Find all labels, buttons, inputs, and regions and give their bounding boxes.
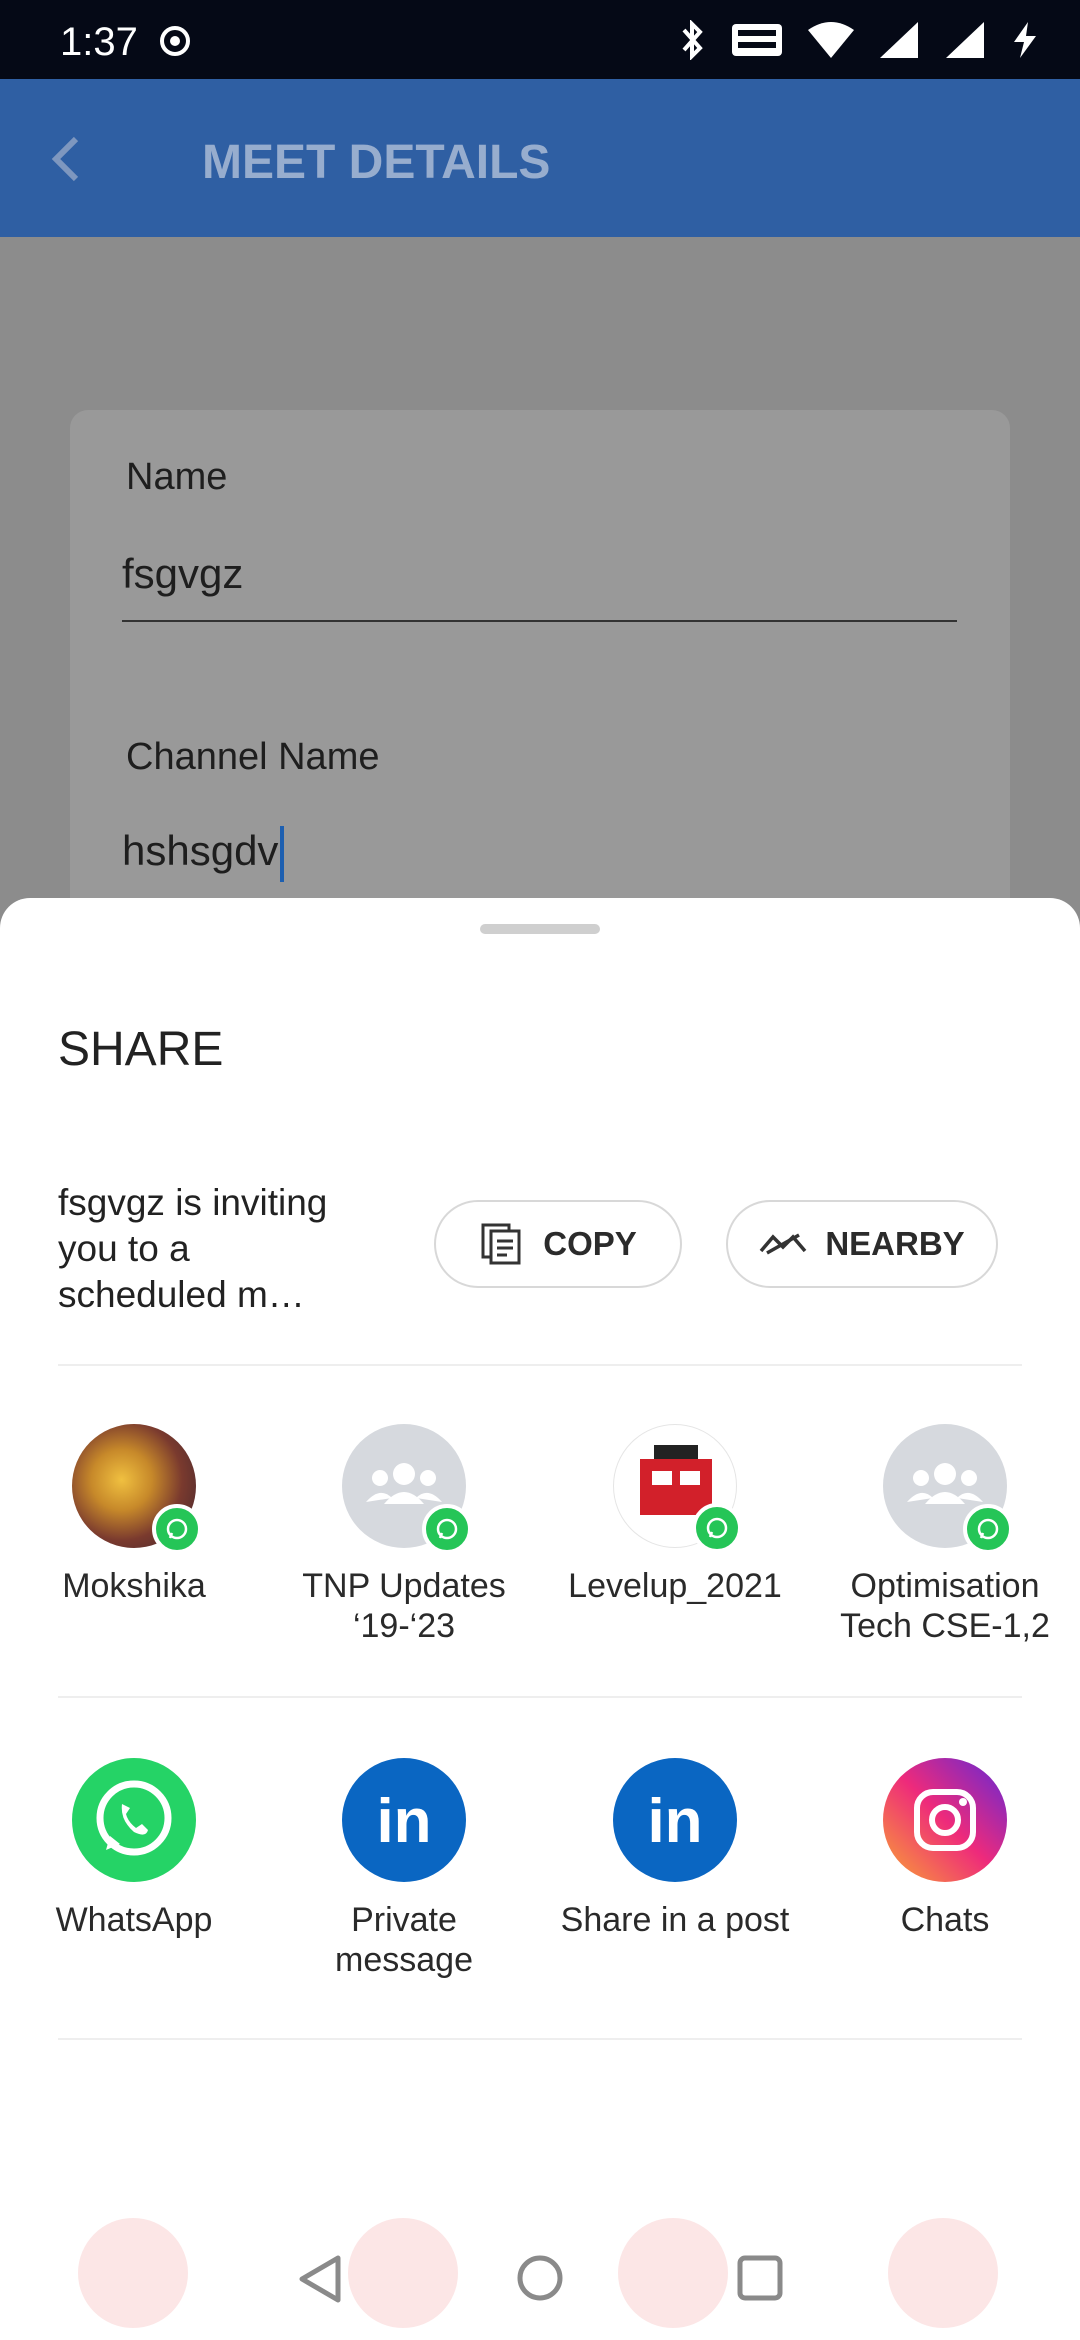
text-cursor: [280, 826, 285, 882]
back-arrow-icon[interactable]: [40, 129, 100, 189]
share-title: SHARE: [58, 1023, 224, 1076]
drag-handle[interactable]: [480, 924, 600, 934]
svg-text:in: in: [647, 1787, 702, 1856]
page-title: MEET DETAILS: [202, 136, 551, 189]
target-label: Levelup_2021: [568, 1567, 782, 1605]
svg-text:in: in: [376, 1787, 431, 1856]
whatsapp-badge-icon: [422, 1504, 472, 1554]
whatsapp-icon: [72, 1758, 196, 1882]
copy-icon: [481, 1223, 521, 1265]
app-target-linkedin-post[interactable]: in Share in a post: [560, 1758, 790, 1940]
app-target-linkedin-message[interactable]: in Private message: [289, 1758, 519, 1980]
wifi-icon: [806, 20, 856, 70]
signal-icon-2: [944, 20, 988, 70]
status-icons: [678, 19, 1040, 70]
divider: [58, 1696, 1022, 1698]
nearby-share-icon: [759, 1233, 807, 1255]
app-label: WhatsApp: [55, 1901, 213, 1939]
channel-name-field[interactable]: hshsgdv: [122, 826, 285, 882]
nearby-button[interactable]: NEARBY: [726, 1200, 998, 1288]
vowifi-icon: [730, 20, 784, 70]
app-label: Private message: [335, 1901, 473, 1979]
navigation-bar: [0, 2200, 1080, 2340]
avatar: [72, 1424, 202, 1554]
linkedin-icon: in: [613, 1758, 737, 1882]
home-nav-icon[interactable]: [514, 2252, 566, 2304]
direct-share-target[interactable]: TNP Updates ‘19-‘23: [289, 1424, 519, 1646]
name-underline: [122, 620, 957, 622]
linkedin-icon: in: [342, 1758, 466, 1882]
signal-icon: [878, 20, 922, 70]
whatsapp-badge-icon: [963, 1504, 1013, 1554]
channel-name-label: Channel Name: [126, 736, 380, 778]
direct-share-target[interactable]: Levelup_2021: [560, 1424, 790, 1606]
instagram-icon: [883, 1758, 1007, 1882]
direct-share-target[interactable]: Mokshika: [19, 1424, 249, 1606]
copy-label: COPY: [543, 1225, 637, 1262]
group-avatar: [613, 1424, 742, 1553]
group-avatar: [342, 1424, 472, 1554]
back-nav-icon[interactable]: [294, 2252, 346, 2306]
app-target-whatsapp[interactable]: WhatsApp: [19, 1758, 249, 1940]
divider: [58, 2038, 1022, 2040]
whatsapp-badge-icon: [692, 1503, 742, 1553]
app-target-instagram-chats[interactable]: Chats: [830, 1758, 1060, 1940]
copy-button[interactable]: COPY: [434, 1200, 682, 1288]
whatsapp-badge-icon: [152, 1504, 202, 1554]
channel-name-value: hshsgdv: [122, 827, 279, 875]
target-label: Optimisation Tech CSE-1,2: [840, 1567, 1050, 1645]
divider: [58, 1364, 1022, 1366]
app-label: Share in a post: [560, 1901, 790, 1939]
share-message-preview: fsgvgz is inviting you to a scheduled m…: [58, 1182, 328, 1315]
direct-share-target[interactable]: Optimisation Tech CSE-1,2: [830, 1424, 1060, 1646]
group-avatar: [883, 1424, 1013, 1554]
app-bar: MEET DETAILS: [0, 79, 1080, 237]
name-field[interactable]: fsgvgz: [122, 550, 243, 598]
share-sheet: SHARE fsgvgz is inviting you to a schedu…: [0, 898, 1080, 2340]
target-label: Mokshika: [62, 1567, 206, 1605]
name-label: Name: [126, 456, 228, 498]
recording-icon: [160, 26, 190, 56]
target-label: TNP Updates ‘19-‘23: [302, 1567, 506, 1645]
recents-nav-icon[interactable]: [734, 2252, 786, 2304]
nearby-label: NEARBY: [825, 1225, 965, 1262]
app-label: Chats: [900, 1901, 990, 1939]
status-time: 1:37: [60, 20, 138, 64]
charging-icon: [1010, 20, 1040, 70]
bluetooth-icon: [678, 19, 708, 70]
status-bar: 1:37: [0, 0, 1080, 79]
